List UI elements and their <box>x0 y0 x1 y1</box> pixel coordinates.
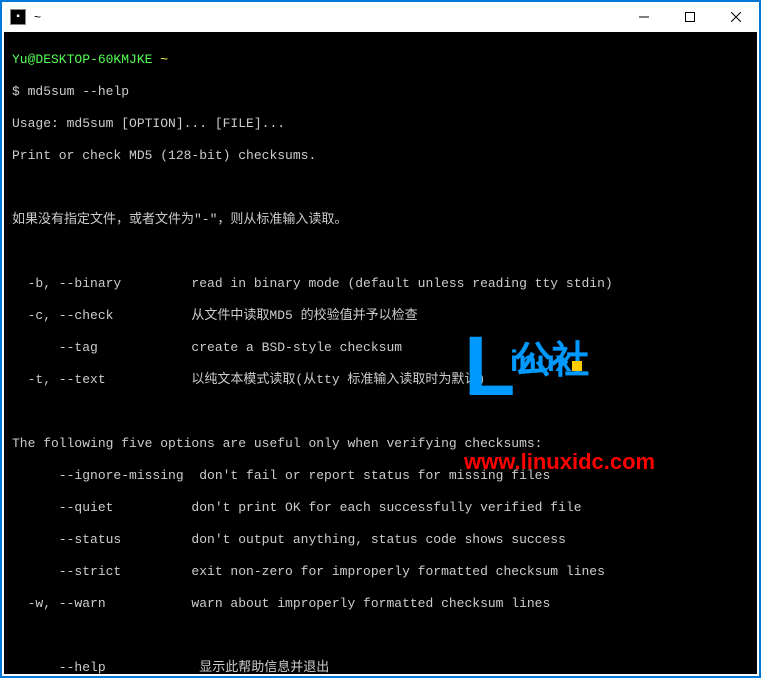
opt-strict: --strict exit non-zero for improperly fo… <box>12 564 749 580</box>
output-nofile: 如果没有指定文件，或者文件为"-"，则从标准输入读取。 <box>12 212 749 228</box>
minimize-button[interactable] <box>621 2 667 32</box>
output-desc: Print or check MD5 (128-bit) checksums. <box>12 148 749 164</box>
blank-line <box>12 628 749 644</box>
maximize-icon <box>685 12 695 22</box>
window-title: ~ <box>34 10 621 24</box>
terminal-body[interactable]: Yu@DESKTOP-60KMJKE ~ $ md5sum --help Usa… <box>4 32 757 674</box>
close-icon <box>731 12 741 22</box>
blank-line <box>12 244 749 260</box>
opt-binary: -b, --binary read in binary mode (defaul… <box>12 276 749 292</box>
prompt-line: Yu@DESKTOP-60KMJKE ~ <box>12 52 749 68</box>
blank-line <box>12 180 749 196</box>
command-line: $ md5sum --help <box>12 84 749 100</box>
close-button[interactable] <box>713 2 759 32</box>
app-icon: ▪ <box>10 9 26 25</box>
blank-line <box>12 404 749 420</box>
opt-ignore-missing: --ignore-missing don't fail or report st… <box>12 468 749 484</box>
opt-warn: -w, --warn warn about improperly formatt… <box>12 596 749 612</box>
opt-check: -c, --check 从文件中读取MD5 的校验值并予以检查 <box>12 308 749 324</box>
output-usage: Usage: md5sum [OPTION]... [FILE]... <box>12 116 749 132</box>
opt-status: --status don't output anything, status c… <box>12 532 749 548</box>
prompt-user-host: Yu@DESKTOP-60KMJKE <box>12 52 152 67</box>
watermark-logo: L 公社 inux <box>464 324 655 408</box>
titlebar[interactable]: ▪ ~ <box>2 2 759 32</box>
watermark-letter-l: L <box>464 324 515 408</box>
opt-help: --help 显示此帮助信息并退出 <box>12 660 749 674</box>
window-controls <box>621 2 759 32</box>
minimize-icon <box>639 12 649 22</box>
watermark-inux: inux <box>510 354 582 371</box>
prompt-path: ~ <box>160 52 168 67</box>
command-text: md5sum --help <box>28 84 129 99</box>
maximize-button[interactable] <box>667 2 713 32</box>
opt-tag: --tag create a BSD-style checksum <box>12 340 749 356</box>
verify-header: The following five options are useful on… <box>12 436 749 452</box>
opt-quiet: --quiet don't print OK for each successf… <box>12 500 749 516</box>
terminal-window: ▪ ~ Yu@DESKTOP-60KMJKE ~ $ md5sum --help… <box>0 0 761 678</box>
prompt-symbol: $ <box>12 84 20 99</box>
opt-text: -t, --text 以纯文本模式读取(从tty 标准输入读取时为默认) <box>12 372 749 388</box>
